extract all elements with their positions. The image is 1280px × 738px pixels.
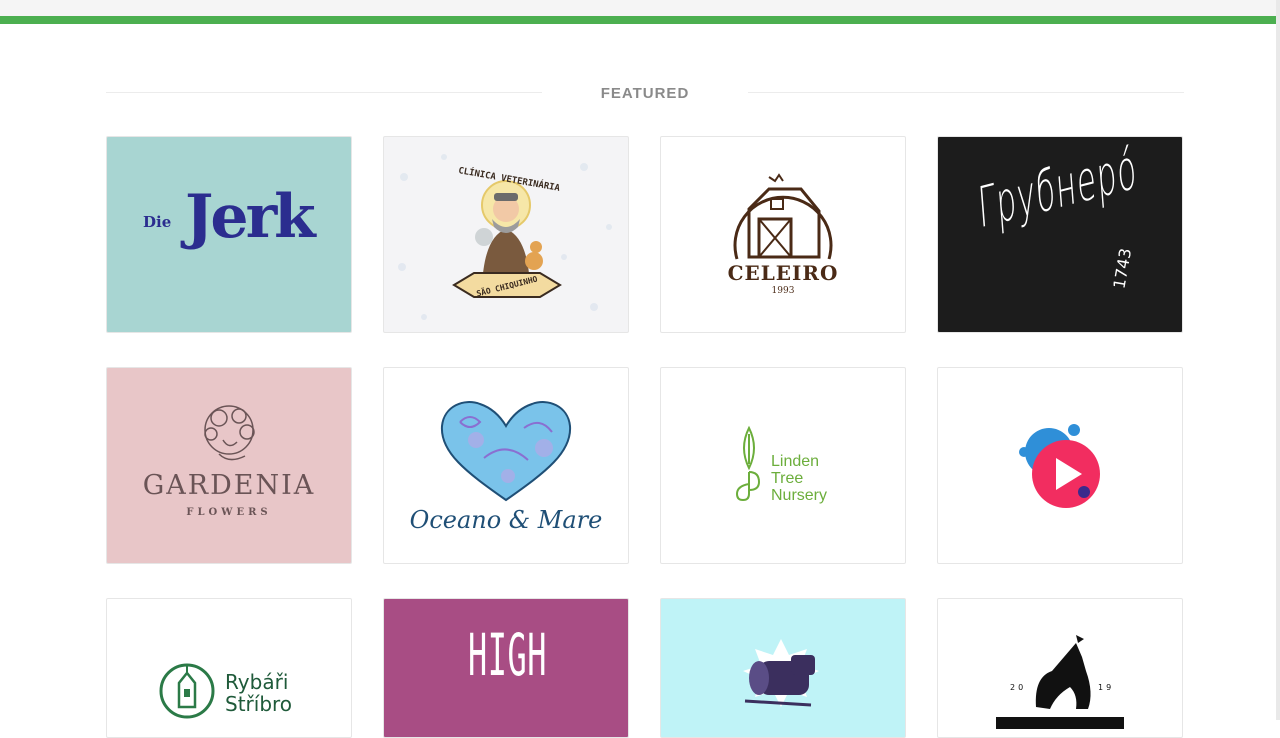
logo-text: HIGH bbox=[468, 621, 548, 689]
church-icon bbox=[159, 663, 215, 719]
logo-card-grubnero[interactable]: Грубнерó 1743 bbox=[937, 136, 1183, 333]
play-bubble-icon bbox=[1019, 424, 1100, 508]
logo-text-line2: Stříbro bbox=[225, 692, 293, 716]
year-left: 20 bbox=[1010, 683, 1027, 692]
logo-text: Rybáři Stříbro bbox=[225, 671, 292, 715]
accent-bar bbox=[0, 16, 1280, 24]
year-right: 19 bbox=[1098, 683, 1115, 692]
logo-text: GARDENIA bbox=[142, 470, 316, 501]
featured-header: FEATURED bbox=[106, 80, 1184, 108]
logo-text: CELEIRO bbox=[727, 261, 839, 285]
alpaca-icon bbox=[996, 635, 1124, 729]
logo-card-die-jerk[interactable]: Die Jerk bbox=[106, 136, 352, 333]
log-icon bbox=[743, 639, 819, 707]
logo-year: 1743 bbox=[1109, 246, 1136, 291]
logo-text: Linden Tree Nursery bbox=[771, 453, 827, 504]
logo-card-oceano-mare[interactable]: Oceano & Mare bbox=[383, 367, 629, 564]
logo-text-line2: Tree bbox=[771, 470, 804, 487]
logo-card-play-bubble[interactable] bbox=[937, 367, 1183, 564]
divider-left bbox=[106, 92, 542, 93]
section-title: FEATURED bbox=[600, 85, 690, 102]
scrollbar[interactable] bbox=[1276, 0, 1280, 720]
logo-card-high[interactable]: HIGH bbox=[383, 598, 629, 738]
logo-text: Oceano & Mare bbox=[409, 506, 603, 534]
logo-card-gardenia[interactable]: GARDENIA FLOWERS bbox=[106, 367, 352, 564]
barn-icon bbox=[733, 173, 833, 260]
logo-text-line1: Linden bbox=[771, 453, 820, 470]
monk-illustration bbox=[398, 154, 612, 320]
logo-text-line1: Rybáři bbox=[225, 670, 289, 694]
logo-text: Грубнерó bbox=[976, 136, 1140, 242]
logo-text: Jerk bbox=[185, 182, 316, 252]
top-strip bbox=[0, 0, 1280, 16]
logo-card-log[interactable] bbox=[660, 598, 906, 738]
divider-right bbox=[748, 92, 1184, 93]
logo-year: 1993 bbox=[771, 286, 795, 296]
logo-card-celeiro[interactable]: CELEIRO 1993 bbox=[660, 136, 906, 333]
logo-card-rybari[interactable]: Rybáři Stříbro bbox=[106, 598, 352, 738]
logo-card-alpaca[interactable]: 20 19 bbox=[937, 598, 1183, 738]
logo-text-small: Die bbox=[143, 213, 172, 231]
logo-card-linden-tree[interactable]: Linden Tree Nursery bbox=[660, 367, 906, 564]
flower-portrait-icon bbox=[204, 405, 255, 461]
logo-subtext: FLOWERS bbox=[186, 507, 272, 518]
logo-card-clinica[interactable]: CLÍNICA VETERINÁRIA SÃO CHIQUINHO bbox=[383, 136, 629, 333]
logo-text-line3: Nursery bbox=[771, 487, 828, 504]
